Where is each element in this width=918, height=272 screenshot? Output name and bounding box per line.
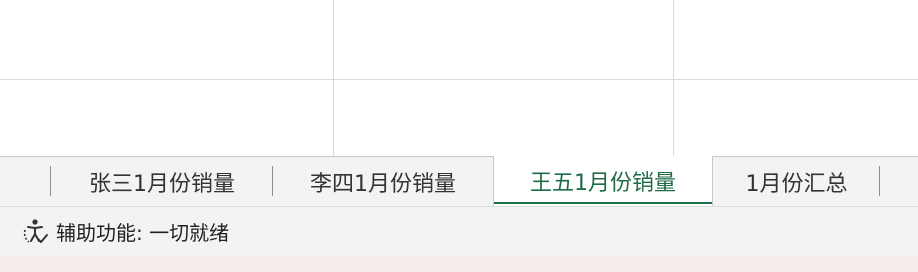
cell-grid[interactable] (0, 0, 918, 156)
status-bar: 辅助功能: 一切就绪 (0, 206, 918, 256)
tab-wangwu-jan-sales[interactable]: 王五1月份销量 (493, 156, 713, 206)
row-gridline (0, 79, 918, 80)
column-gridline (673, 0, 674, 156)
accessibility-status-text: 辅助功能: 一切就绪 (56, 221, 230, 245)
tab-label: 李四1月份销量 (310, 171, 456, 197)
active-tab-underline (494, 202, 712, 204)
tab-lisi-jan-sales[interactable]: 李四1月份销量 (273, 157, 493, 206)
accessibility-status-button[interactable]: 辅助功能: 一切就绪 (20, 212, 229, 252)
tab-zhangsan-jan-sales[interactable]: 张三1月份销量 (51, 157, 273, 206)
accessibility-check-icon (20, 217, 50, 247)
tab-jan-summary[interactable]: 1月份汇总 (713, 157, 880, 206)
spreadsheet-window: 张三1月份销量 李四1月份销量 王五1月份销量 1月份汇总 辅助功能: 一切就绪 (0, 0, 918, 272)
tab-label: 张三1月份销量 (89, 171, 235, 197)
column-gridline (333, 0, 334, 156)
tab-label: 王五1月份销量 (530, 171, 676, 196)
sheet-tab-bar: 张三1月份销量 李四1月份销量 王五1月份销量 1月份汇总 (0, 156, 918, 206)
bottom-edge (0, 256, 918, 272)
tab-label: 1月份汇总 (745, 171, 848, 197)
tab-divider (879, 166, 880, 196)
